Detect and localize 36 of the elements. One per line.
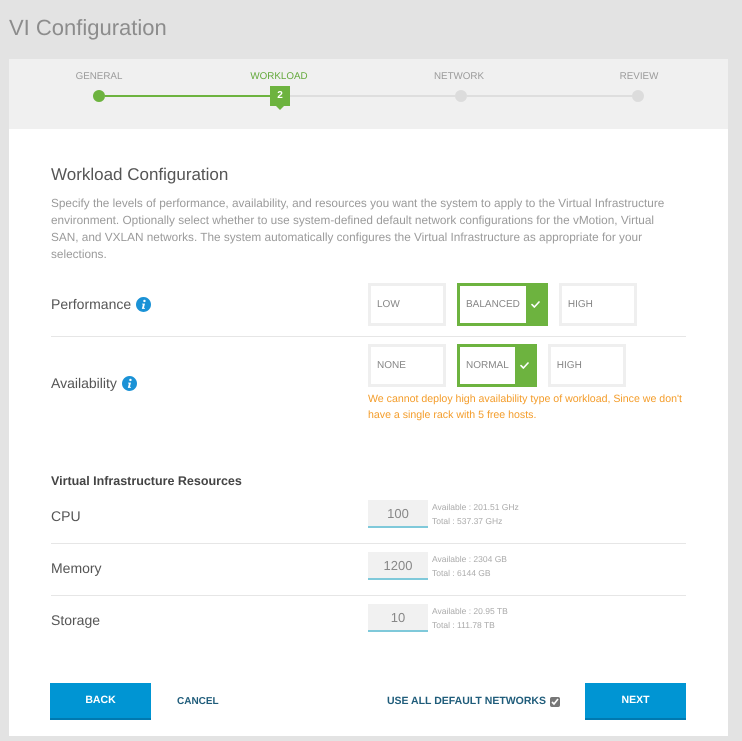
next-button[interactable]: NEXT	[585, 683, 686, 720]
total-text: Total : 537.37 GHz	[432, 515, 504, 528]
warning-text: We cannot deploy high availability type of workload, Since we don't have a single rack with 5 free hosts.	[368, 392, 683, 423]
number-input[interactable]: 10	[368, 604, 428, 632]
resource-label: CPU	[51, 506, 82, 526]
number-input[interactable]: 100	[368, 500, 428, 528]
default-networks-label[interactable]: USE ALL DEFAULT NETWORKS	[386, 694, 546, 710]
step-label: GENERAL	[74, 71, 124, 83]
back-button[interactable]: BACK	[50, 683, 151, 720]
option-button[interactable]: BALANCED	[457, 283, 548, 326]
cancel-link[interactable]: CANCEL	[177, 694, 219, 709]
available-text: Available : 20.95 TB	[432, 605, 508, 618]
section-heading: Workload Configuration	[51, 165, 230, 185]
field-label: Performance	[51, 295, 132, 314]
description-text: Specify the levels of performance, availability, and resources you want the system to apply to the Virtual Infrastructure environment. Optionally select whether to use system-defined default network configurations for the vMotion, Virtual SAN, and VXLAN networks. The system automatically configures the Virtual Infrastructure as appropriate for your selections.	[51, 195, 666, 263]
resources-heading: Virtual Infrastructure Resources	[51, 474, 243, 489]
field-label: Availability	[51, 374, 117, 393]
resource-label: Storage	[51, 610, 102, 630]
number-input[interactable]: 1200	[368, 552, 428, 580]
step-label: WORKLOAD	[249, 71, 309, 83]
page-title: VI Configuration	[9, 14, 168, 42]
option-button[interactable]: HIGH	[548, 344, 626, 387]
step-label: REVIEW	[618, 71, 660, 83]
option-button[interactable]: LOW	[368, 283, 446, 326]
option-button[interactable]: NORMAL	[457, 344, 537, 387]
total-text: Total : 111.78 TB	[432, 619, 496, 632]
total-text: Total : 6144 GB	[432, 567, 492, 580]
available-text: Available : 201.51 GHz	[432, 501, 519, 514]
option-button[interactable]: HIGH	[558, 283, 637, 326]
option-button[interactable]: NONE	[368, 344, 446, 387]
step-label: NETWORK	[432, 71, 486, 83]
checkbox[interactable]	[550, 696, 560, 706]
check-icon	[520, 362, 529, 369]
check-icon	[530, 301, 540, 308]
resource-label: Memory	[51, 558, 103, 578]
available-text: Available : 2304 GB	[432, 553, 507, 566]
